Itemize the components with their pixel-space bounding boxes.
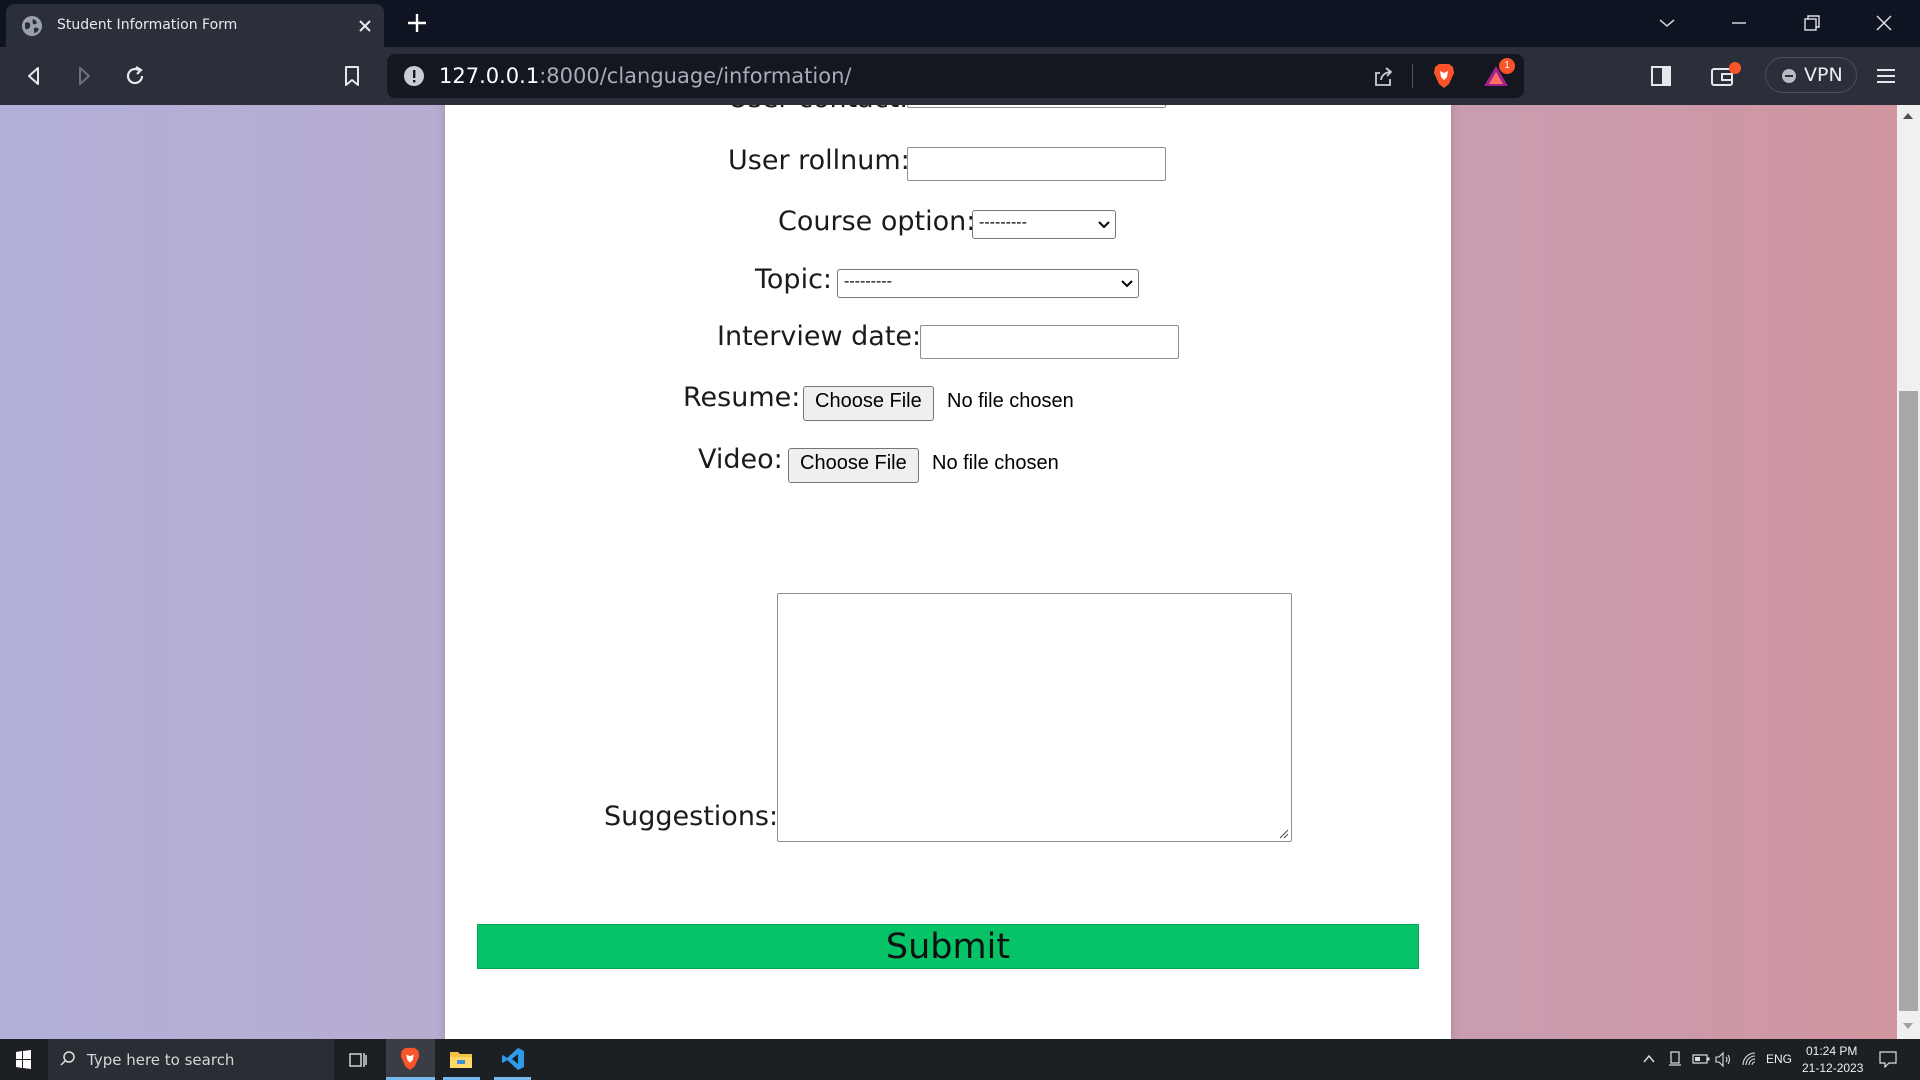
interview-date-label: Interview date: (717, 321, 922, 352)
rollnum-input[interactable] (907, 147, 1166, 181)
chevron-down-icon (1098, 221, 1110, 229)
notification-center-icon[interactable] (1879, 1051, 1897, 1068)
video-label: Video: (698, 444, 783, 475)
brave-browser-icon (400, 1047, 420, 1071)
browser-toolbar: 127.0.0.1:8000/clanguage/information/ 1 … (0, 47, 1920, 105)
video-choose-file-button[interactable]: Choose File (788, 448, 919, 483)
contact-input[interactable] (907, 105, 1166, 108)
chevron-down-icon (1121, 280, 1133, 288)
battery-icon[interactable] (1692, 1053, 1710, 1065)
topic-select-value: --------- (844, 273, 892, 290)
url-path: :8000/clanguage/information/ (539, 64, 852, 88)
language-indicator[interactable]: ENG (1766, 1052, 1792, 1066)
vertical-scrollbar[interactable] (1897, 105, 1920, 1039)
tab-title: Student Information Form (57, 17, 238, 33)
topic-select[interactable]: --------- (837, 269, 1139, 298)
address-bar[interactable]: 127.0.0.1:8000/clanguage/information/ 1 (387, 54, 1524, 98)
form-card: User contact: User rollnum: Course optio… (445, 105, 1451, 1039)
brave-rewards-button[interactable]: 1 (1483, 58, 1515, 90)
suggestions-textarea[interactable] (777, 593, 1292, 842)
folder-icon (450, 1052, 472, 1068)
task-view-icon[interactable] (347, 1049, 369, 1071)
taskbar-app-brave[interactable] (386, 1039, 435, 1080)
sidebar-icon[interactable] (1648, 63, 1674, 89)
course-label: Course option: (778, 206, 976, 237)
scrollbar-thumb[interactable] (1899, 391, 1918, 1011)
minimize-icon[interactable] (1727, 11, 1751, 35)
reload-icon[interactable] (122, 63, 148, 89)
volume-icon[interactable] (1715, 1052, 1733, 1067)
share-icon[interactable] (1371, 64, 1395, 88)
back-icon[interactable] (21, 63, 47, 89)
topic-label: Topic: (755, 264, 833, 295)
plus-icon[interactable] (405, 11, 429, 35)
resize-grip-icon[interactable] (1277, 827, 1289, 839)
resume-choose-file-button[interactable]: Choose File (803, 386, 934, 421)
page-viewport: User contact: User rollnum: Course optio… (0, 105, 1897, 1039)
close-icon[interactable] (355, 16, 375, 36)
vscode-icon (502, 1048, 524, 1070)
url-host: 127.0.0.1 (439, 64, 540, 88)
course-select[interactable]: --------- (972, 210, 1116, 239)
resume-file-status: No file chosen (947, 390, 1074, 412)
video-file-status: No file chosen (932, 452, 1059, 474)
vpn-label: VPN (1804, 64, 1843, 86)
chevron-down-icon[interactable] (1655, 11, 1679, 35)
interview-date-input[interactable] (920, 325, 1179, 359)
course-select-value: --------- (979, 214, 1027, 231)
submit-button[interactable]: Submit (477, 924, 1419, 969)
tab-bar: Student Information Form (0, 0, 1920, 47)
taskbar-search-box[interactable]: Type here to search (48, 1039, 334, 1080)
rollnum-label: User rollnum: (728, 145, 910, 176)
clock-date[interactable]: 21-12-2023 (1802, 1061, 1863, 1075)
window-close-icon[interactable] (1872, 11, 1896, 35)
url-text: 127.0.0.1:8000/clanguage/information/ (439, 64, 851, 88)
bookmark-icon[interactable] (339, 63, 365, 89)
globe-icon (22, 16, 42, 36)
scroll-down-arrow-icon[interactable] (1903, 1023, 1913, 1029)
forward-icon[interactable] (71, 63, 97, 89)
scroll-up-arrow-icon[interactable] (1903, 113, 1913, 119)
clock-time[interactable]: 01:24 PM (1806, 1044, 1857, 1058)
wallet-icon[interactable] (1709, 61, 1745, 91)
suggestions-label: Suggestions: (604, 801, 779, 832)
taskbar-app-vscode[interactable] (488, 1039, 537, 1080)
device-icon[interactable] (1668, 1051, 1682, 1067)
notification-badge: 1 (1499, 58, 1515, 74)
search-placeholder: Type here to search (87, 1051, 235, 1069)
menu-icon[interactable] (1873, 63, 1899, 89)
windows-start-icon[interactable] (0, 1039, 46, 1080)
wifi-icon[interactable] (1741, 1052, 1759, 1067)
divider (1412, 64, 1413, 88)
resume-label: Resume: (683, 382, 801, 413)
search-icon (60, 1051, 75, 1066)
chevron-up-icon[interactable] (1642, 1053, 1656, 1065)
contact-label: User contact: (728, 105, 908, 114)
brave-shield-icon[interactable] (1431, 62, 1457, 90)
info-icon[interactable] (403, 65, 425, 87)
vpn-button[interactable]: VPN (1765, 57, 1857, 93)
windows-taskbar: Type here to search ENG 01:24 PM 21-12-2… (0, 1039, 1920, 1080)
taskbar-app-file-explorer[interactable] (437, 1039, 486, 1080)
vpn-status-icon (1782, 69, 1796, 83)
restore-icon[interactable] (1800, 11, 1824, 35)
browser-tab[interactable]: Student Information Form (6, 4, 384, 47)
